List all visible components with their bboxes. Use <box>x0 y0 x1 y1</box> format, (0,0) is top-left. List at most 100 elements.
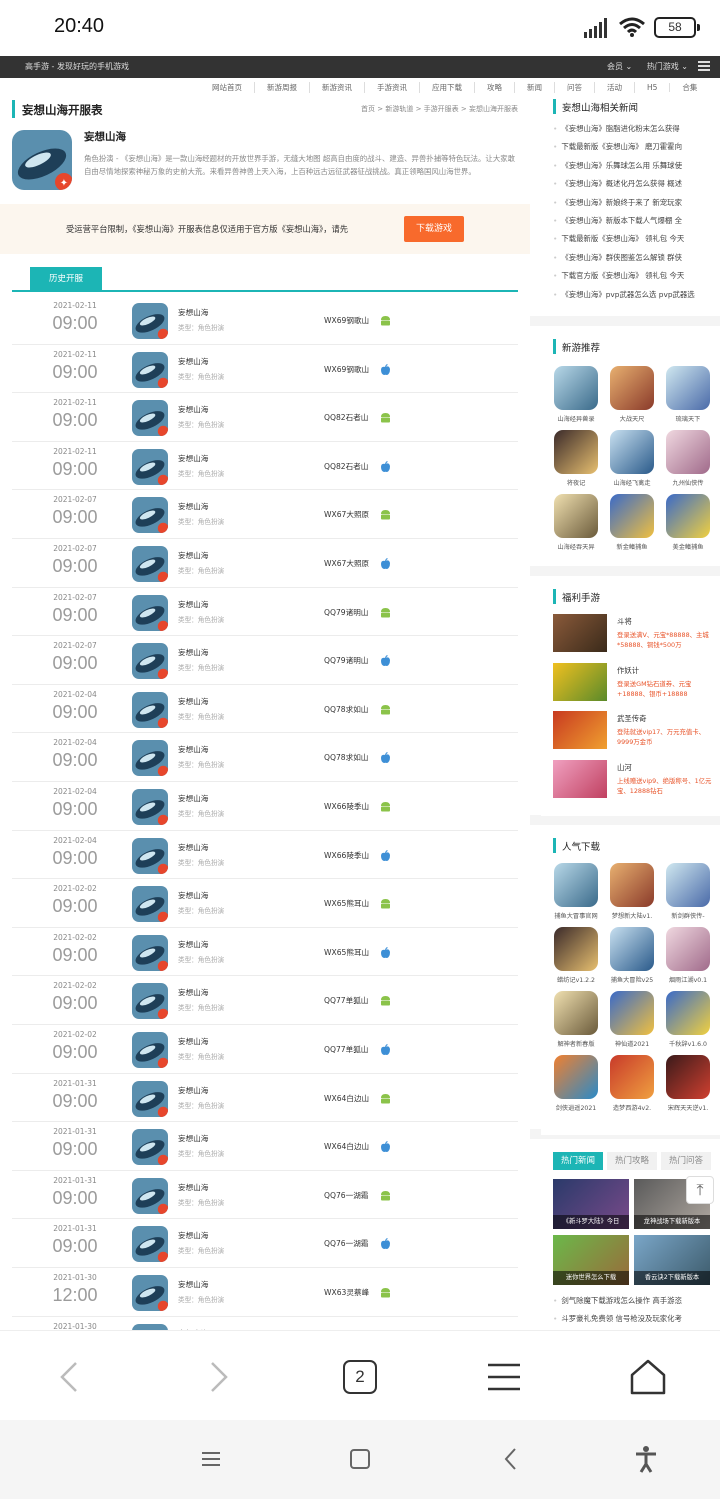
tabs-count-button[interactable]: 2 <box>343 1360 377 1394</box>
row-game-name[interactable]: 妄想山海 <box>178 599 208 610</box>
nav-item[interactable]: 新游资讯 <box>310 82 365 93</box>
game-icon[interactable] <box>132 886 168 923</box>
game-icon[interactable] <box>132 789 168 825</box>
news-thumb[interactable]: 《新斗罗大陆》今日 <box>553 1179 629 1229</box>
game-icon[interactable] <box>132 497 168 534</box>
game-tile[interactable]: 新剑群侠传- <box>665 863 711 920</box>
game-tile[interactable]: 山海经异兽录 <box>553 366 599 423</box>
nav-item[interactable]: 应用下载 <box>420 82 475 93</box>
tab-hot-qa[interactable]: 热门问答 <box>661 1152 711 1170</box>
game-tile[interactable]: 神仙道2021 <box>609 991 655 1048</box>
row-game-name[interactable]: 妄想山海 <box>178 1230 208 1241</box>
table-row[interactable]: 2021-02-07 09:00 妄想山海 类型：角色扮演 QQ79诸明山 <box>12 636 518 685</box>
game-icon[interactable] <box>132 691 168 728</box>
table-row[interactable]: 2021-02-02 09:00 妄想山海 类型：角色扮演 WX65熊耳山 <box>12 928 518 977</box>
game-icon[interactable] <box>132 303 168 339</box>
game-tile[interactable]: 蜡纺记v1.2.2 <box>553 927 599 984</box>
game-tile[interactable]: 造梦西游4v2. <box>609 1055 655 1112</box>
hot-games-link[interactable]: 热门游戏 ⌄ <box>647 62 688 71</box>
table-row[interactable]: 2021-01-31 09:00 妄想山海 类型：角色扮演 QQ76一湖霜 <box>12 1171 518 1220</box>
game-icon[interactable] <box>132 983 168 1020</box>
news-link[interactable]: 剑气除魔下载游戏怎么操作 高手游恣 <box>553 1292 713 1310</box>
row-game-name[interactable]: 妄想山海 <box>178 1085 208 1096</box>
table-row[interactable]: 2021-02-07 09:00 妄想山海 类型：角色扮演 WX67大照原 <box>12 539 518 588</box>
row-game-name[interactable]: 妄想山海 <box>178 1182 208 1193</box>
game-tile[interactable]: 新金鳍捕鱼 <box>609 494 655 551</box>
nav-item[interactable]: 合集 <box>670 82 709 93</box>
row-game-name[interactable]: 妄想山海 <box>178 1036 208 1047</box>
back-to-top-button[interactable]: ⤒ <box>686 1176 714 1204</box>
table-row[interactable]: 2021-02-04 09:00 妄想山海 类型：角色扮演 WX66陵季山 <box>12 831 518 880</box>
game-icon[interactable] <box>132 1129 168 1166</box>
table-row[interactable]: 2021-02-02 09:00 妄想山海 类型：角色扮演 WX65熊耳山 <box>12 879 518 928</box>
game-icon[interactable] <box>132 1177 168 1214</box>
game-icon[interactable] <box>132 1080 168 1117</box>
home-button-icon[interactable] <box>345 1444 375 1474</box>
table-row[interactable]: 2021-02-11 09:00 妄想山海 类型：角色扮演 WX69钢歌山 <box>12 296 518 345</box>
table-row[interactable]: 2021-01-31 09:00 妄想山海 类型：角色扮演 WX64白边山 <box>12 1074 518 1123</box>
table-row[interactable]: 2021-02-04 09:00 妄想山海 类型：角色扮演 WX66陵季山 <box>12 782 518 831</box>
related-news-item[interactable]: 《妄想山海》乐舞球怎么用 乐舞球使 <box>553 157 713 175</box>
game-tile[interactable]: 千秋辞v1.6.0 <box>665 991 711 1048</box>
row-game-name[interactable]: 妄想山海 <box>178 696 208 707</box>
game-icon[interactable] <box>132 448 168 485</box>
table-row[interactable]: 2021-01-31 09:00 妄想山海 类型：角色扮演 WX64白边山 <box>12 1122 518 1171</box>
row-game-name[interactable]: 妄想山海 <box>178 307 208 318</box>
back-arrow-icon[interactable] <box>48 1355 92 1399</box>
nav-item[interactable]: 攻略 <box>475 82 515 93</box>
game-icon[interactable] <box>132 740 168 777</box>
game-icon[interactable] <box>132 1032 168 1068</box>
table-row[interactable]: 2021-02-02 09:00 妄想山海 类型：角色扮演 QQ77单狐山 <box>12 1025 518 1074</box>
table-row[interactable]: 2021-02-04 09:00 妄想山海 类型：角色扮演 QQ78求如山 <box>12 685 518 734</box>
tab-hot-guides[interactable]: 热门攻略 <box>607 1152 657 1170</box>
news-link[interactable]: 斗罗豪礼免费领 信号枪没及玩家化考 <box>553 1310 713 1328</box>
game-icon[interactable] <box>132 546 168 582</box>
row-game-name[interactable]: 妄想山海 <box>178 647 208 658</box>
game-icon[interactable]: ✦ <box>12 130 72 190</box>
nav-item[interactable]: H5 <box>635 83 671 92</box>
tab-history[interactable]: 历史开服 <box>30 267 102 291</box>
game-icon[interactable] <box>132 594 168 631</box>
member-link[interactable]: 会员 ⌄ <box>607 62 632 71</box>
game-icon[interactable] <box>132 351 168 388</box>
row-game-name[interactable]: 妄想山海 <box>178 793 208 804</box>
nav-item[interactable]: 手游资讯 <box>365 82 420 93</box>
related-news-item[interactable]: 下载最新版《妄想山海》 磨刀霍霍向 <box>553 138 713 156</box>
download-game-button[interactable]: 下载游戏 <box>404 216 464 242</box>
menu-lines-icon[interactable] <box>482 1355 526 1399</box>
game-tile[interactable]: 琉璃天下 <box>665 366 711 423</box>
game-tile[interactable]: 将夜记 <box>553 430 599 487</box>
game-icon[interactable] <box>132 1226 168 1263</box>
row-game-name[interactable]: 妄想山海 <box>178 404 208 415</box>
table-row[interactable]: 2021-01-30妄想山海 <box>12 1317 518 1330</box>
game-tile[interactable]: 宋辉天天逆v1. <box>665 1055 711 1112</box>
accessibility-icon[interactable] <box>631 1444 661 1474</box>
table-row[interactable]: 2021-02-07 09:00 妄想山海 类型：角色扮演 QQ79诸明山 <box>12 588 518 637</box>
row-game-name[interactable]: 妄想山海 <box>178 501 208 512</box>
game-tile[interactable]: 烟雨江湖v0.1 <box>665 927 711 984</box>
nav-item[interactable]: 新闻 <box>515 82 555 93</box>
game-tile[interactable]: 解神者新春版 <box>553 991 599 1048</box>
row-game-name[interactable]: 妄想山海 <box>178 550 208 561</box>
row-game-name[interactable]: 妄想山海 <box>178 939 208 950</box>
table-row[interactable]: 2021-02-07 09:00 妄想山海 类型：角色扮演 WX67大照原 <box>12 490 518 539</box>
game-icon[interactable] <box>132 1275 168 1311</box>
row-game-name[interactable]: 妄想山海 <box>178 890 208 901</box>
game-tile[interactable]: 梦想新大陆v1. <box>609 863 655 920</box>
related-news-item[interactable]: 《妄想山海》新版本下载人气爆棚 全 <box>553 212 713 230</box>
related-news-item[interactable]: 下载官方版《妄想山海》 领礼包 今天 <box>553 267 713 285</box>
news-thumb[interactable]: 迷你世界怎么下载 <box>553 1235 629 1285</box>
related-news-item[interactable]: 《妄想山海》pvp武器怎么选 pvp武器选 <box>553 286 713 304</box>
table-row[interactable]: 2021-01-31 09:00 妄想山海 类型：角色扮演 QQ76一湖霜 <box>12 1219 518 1268</box>
game-tile[interactable]: 山海经飞禽走 <box>609 430 655 487</box>
table-row[interactable]: 2021-02-11 09:00 妄想山海 类型：角色扮演 QQ82石者山 <box>12 393 518 442</box>
game-name[interactable]: 妄想山海 <box>84 129 126 144</box>
recent-apps-icon[interactable] <box>196 1444 226 1474</box>
related-news-item[interactable]: 《妄想山海》概述化丹怎么获得 概述 <box>553 175 713 193</box>
menu-icon[interactable] <box>698 61 710 71</box>
game-icon[interactable] <box>132 400 168 437</box>
nav-item[interactable]: 网站首页 <box>200 82 255 93</box>
game-tile[interactable]: 九州仙侠传 <box>665 430 711 487</box>
game-tile[interactable]: 大战天尺 <box>609 366 655 423</box>
related-news-item[interactable]: 《妄想山海》脂脂进化粉末怎么获得 <box>553 120 713 138</box>
